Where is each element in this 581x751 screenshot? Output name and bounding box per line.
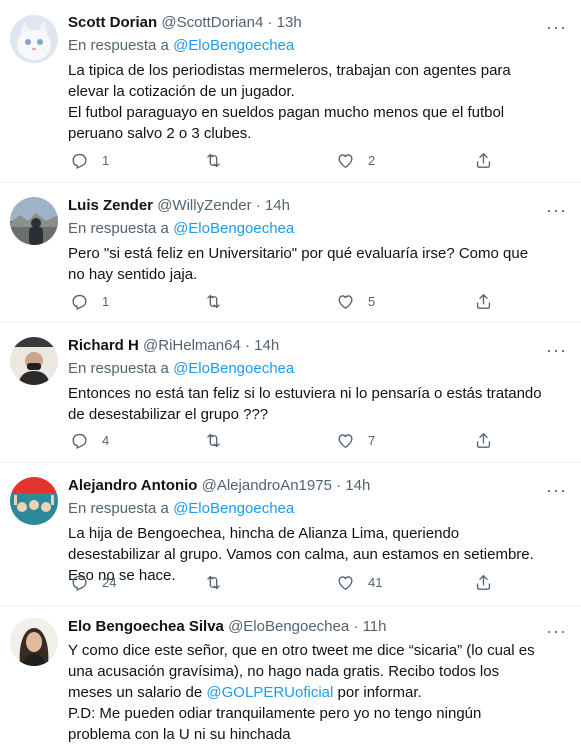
like-count: 41 [368, 575, 383, 590]
heart-icon [338, 434, 353, 448]
reply-context: En respuesta a @EloBengoechea [68, 360, 295, 377]
author-name[interactable]: Richard H [68, 337, 139, 354]
tweet-header: Elo Bengoechea Silva @EloBengoechea · 11… [68, 618, 387, 635]
more-options-icon[interactable]: ··· [546, 341, 567, 359]
share-icon [476, 575, 491, 590]
like-button[interactable]: 7 [336, 431, 375, 450]
retweet-icon [207, 153, 220, 168]
like-button[interactable]: 2 [336, 151, 375, 170]
share-icon [476, 153, 491, 168]
avatar[interactable] [10, 477, 58, 525]
tweet-header: Luis Zender @WillyZender · 14h [68, 197, 290, 214]
timestamp[interactable]: 14h [345, 477, 370, 494]
avatar[interactable] [10, 618, 58, 666]
reply-icon [72, 433, 87, 449]
reply-button[interactable]: 1 [70, 292, 109, 311]
more-options-icon[interactable]: ··· [546, 481, 567, 499]
reply-count: 1 [102, 153, 110, 168]
tweet-actions: 24 41 [0, 573, 581, 593]
timestamp[interactable]: 14h [254, 337, 279, 354]
author-name[interactable]: Elo Bengoechea Silva [68, 618, 224, 635]
reply-to-mention[interactable]: @EloBengoechea [173, 360, 294, 377]
author-handle[interactable]: @AlejandroAn1975 [202, 477, 332, 494]
retweet-icon [207, 294, 220, 309]
more-options-icon[interactable]: ··· [546, 201, 567, 219]
tweet-header: Alejandro Antonio @AlejandroAn1975 · 14h [68, 477, 371, 494]
reply-button[interactable]: 1 [70, 151, 109, 170]
share-button[interactable] [474, 292, 493, 311]
avatar[interactable] [10, 197, 58, 245]
like-count: 2 [368, 153, 376, 168]
reply-feed: ··· Scott Dorian @ScottDorian4 · 13h En … [0, 0, 581, 751]
author-handle[interactable]: @WillyZender [157, 197, 251, 214]
share-icon [476, 433, 491, 448]
share-icon [476, 294, 491, 309]
reply-icon [72, 575, 87, 591]
tweet-actions: 4 7 [0, 431, 581, 451]
tweet-text: Y como dice este señor, que en otro twee… [68, 642, 535, 743]
share-button[interactable] [474, 431, 493, 450]
heart-icon [338, 295, 353, 309]
heart-icon [338, 154, 353, 168]
reply-icon [72, 153, 87, 169]
tweet[interactable]: ··· Luis Zender @WillyZender · 14h En re… [0, 183, 581, 323]
retweet-button[interactable] [204, 151, 223, 170]
reply-to-mention[interactable]: @EloBengoechea [173, 220, 294, 237]
tweet-actions: 1 2 [0, 151, 581, 171]
avatar[interactable] [10, 337, 58, 385]
timestamp[interactable]: 13h [277, 14, 302, 31]
reply-context: En respuesta a @EloBengoechea [68, 37, 295, 54]
tweet-actions: 1 5 [0, 292, 581, 312]
tweet-text: Pero "si está feliz en Universitario" po… [68, 245, 529, 283]
author-handle[interactable]: @EloBengoechea [228, 618, 349, 635]
share-button[interactable] [474, 151, 493, 170]
reply-count: 24 [102, 575, 117, 590]
author-name[interactable]: Scott Dorian [68, 14, 157, 31]
share-button[interactable] [474, 573, 493, 592]
timestamp[interactable]: 11h [363, 618, 387, 635]
reply-to-mention[interactable]: @EloBengoechea [173, 37, 294, 54]
author-name[interactable]: Luis Zender [68, 197, 153, 214]
tweet-text: La tipica de los periodistas mermeleros,… [68, 62, 511, 142]
reply-button[interactable]: 24 [70, 573, 116, 592]
reply-to-mention[interactable]: @EloBengoechea [173, 500, 294, 517]
tweet[interactable]: ··· Richard H @RiHelman64 · 14h En respu… [0, 323, 581, 463]
like-button[interactable]: 5 [336, 292, 375, 311]
tweet[interactable]: ··· Alejandro Antonio @AlejandroAn1975 ·… [0, 463, 581, 606]
tweet-header: Scott Dorian @ScottDorian4 · 13h [68, 14, 302, 31]
timestamp[interactable]: 14h [265, 197, 290, 214]
retweet-icon [207, 575, 220, 590]
reply-count: 4 [102, 433, 110, 448]
reply-count: 1 [102, 294, 110, 309]
reply-context: En respuesta a @EloBengoechea [68, 500, 295, 517]
avatar[interactable] [10, 15, 58, 63]
retweet-button[interactable] [204, 292, 223, 311]
retweet-button[interactable] [204, 573, 223, 592]
tweet-header: Richard H @RiHelman64 · 14h [68, 337, 280, 354]
author-handle[interactable]: @RiHelman64 [143, 337, 241, 354]
reply-button[interactable]: 4 [70, 431, 109, 450]
mention-link[interactable]: @GOLPERUoficial [206, 684, 333, 701]
like-count: 5 [368, 294, 376, 309]
tweet[interactable]: ··· Elo Bengoechea Silva @EloBengoechea … [0, 606, 581, 751]
like-count: 7 [368, 433, 376, 448]
more-options-icon[interactable]: ··· [546, 18, 567, 36]
retweet-button[interactable] [204, 431, 223, 450]
retweet-icon [207, 433, 220, 448]
author-handle[interactable]: @ScottDorian4 [161, 14, 263, 31]
tweet-text: Entonces no está tan feliz si lo estuvie… [68, 385, 542, 423]
more-options-icon[interactable]: ··· [546, 622, 567, 640]
author-name[interactable]: Alejandro Antonio [68, 477, 197, 494]
like-button[interactable]: 41 [336, 573, 382, 592]
reply-context: En respuesta a @EloBengoechea [68, 220, 295, 237]
reply-icon [72, 294, 87, 310]
tweet[interactable]: ··· Scott Dorian @ScottDorian4 · 13h En … [0, 0, 581, 183]
heart-icon [338, 576, 353, 590]
